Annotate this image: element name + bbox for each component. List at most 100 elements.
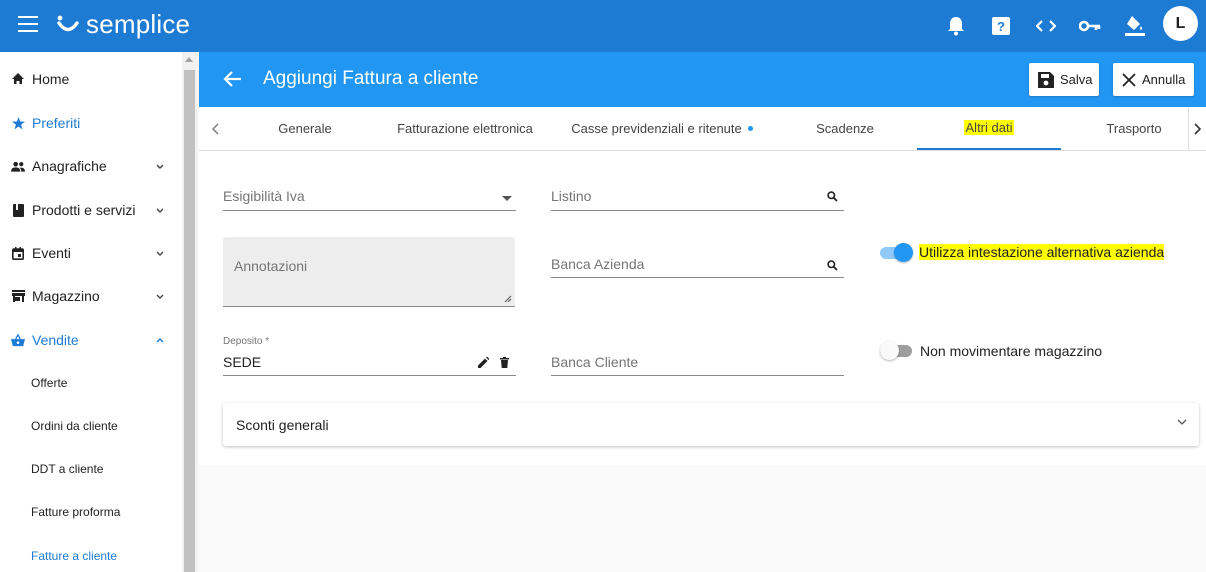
save-label: Salva — [1060, 72, 1093, 87]
non-movimentare-toggle[interactable] — [880, 341, 914, 361]
search-icon[interactable] — [827, 260, 838, 271]
cancel-button[interactable]: Annulla — [1113, 63, 1194, 96]
sidebar-item-magazzino[interactable]: Magazzino — [0, 276, 182, 316]
toggle-knob — [880, 341, 899, 360]
tab-label: Generale — [278, 121, 332, 136]
logo-text: semplice — [86, 8, 191, 39]
tab-scadenze[interactable]: Scadenze — [803, 107, 887, 150]
sidebar-item-label: Prodotti e servizi — [32, 202, 136, 218]
search-icon[interactable] — [827, 191, 838, 202]
sidebar-item-label: Magazzino — [32, 288, 100, 304]
svg-text:?: ? — [997, 19, 1005, 34]
floppy-icon — [1038, 71, 1054, 88]
logo-mark-icon — [57, 15, 79, 32]
sidebar-item-anagrafiche[interactable]: Anagrafiche — [0, 146, 182, 186]
sidebar-item-vendite[interactable]: Vendite — [0, 320, 182, 360]
sidebar-item-label: Eventi — [32, 245, 71, 261]
banca-cliente-field[interactable]: Banca Cliente — [551, 354, 844, 376]
field-label: Banca Azienda — [551, 256, 645, 272]
back-arrow-icon[interactable] — [221, 67, 245, 91]
sidebar-item-home[interactable]: Home — [0, 59, 182, 99]
help-icon[interactable]: ? — [988, 13, 1014, 39]
tab-label: Casse previdenziali e ritenute — [571, 121, 742, 136]
field-label: Listino — [551, 188, 592, 204]
banca-azienda-field[interactable]: Banca Azienda — [551, 256, 844, 278]
scrollbar-thumb[interactable] — [184, 70, 195, 572]
field-value: SEDE — [223, 354, 262, 370]
avatar[interactable]: L — [1163, 6, 1198, 41]
sidebar-item-label: Home — [32, 71, 70, 87]
app-logo[interactable]: semplice — [56, 9, 190, 39]
code-icon[interactable] — [1033, 13, 1059, 39]
resize-handle-icon[interactable] — [504, 295, 512, 303]
tab-casse-previdenziali[interactable]: Casse previdenziali e ritenute — [567, 107, 757, 150]
field-label: Banca Cliente — [551, 354, 639, 370]
tab-label: Fatturazione elettronica — [397, 121, 533, 136]
dropdown-arrow-icon — [502, 196, 512, 201]
paint-bucket-icon[interactable] — [1122, 13, 1148, 39]
tab-generale[interactable]: Generale — [257, 107, 353, 150]
sidebar-subitem-offerte[interactable]: Offerte — [31, 376, 67, 390]
intestazione-alternativa-label: Utilizza intestazione alternativa aziend… — [919, 244, 1165, 260]
sidebar-item-preferiti[interactable]: Preferiti — [0, 103, 182, 143]
sidebar-item-prodotti[interactable]: Prodotti e servizi — [0, 190, 182, 230]
top-app-bar: semplice ? L — [0, 0, 1206, 52]
sidebar-subitem-ddt[interactable]: DDT a cliente — [31, 462, 103, 476]
field-label: Esigibilità Iva — [223, 188, 305, 204]
scroll-up-icon[interactable] — [185, 57, 193, 62]
chevron-down-icon — [156, 247, 164, 259]
content-background — [199, 465, 1206, 572]
intestazione-alternativa-toggle[interactable] — [880, 243, 914, 263]
field-label: Deposito * — [223, 336, 270, 347]
save-button[interactable]: Salva — [1029, 63, 1099, 96]
tab-scroll-right-icon[interactable] — [1188, 107, 1206, 150]
bell-icon[interactable] — [943, 13, 969, 39]
tab-label: Altri dati — [963, 120, 1015, 135]
trash-icon[interactable] — [500, 357, 509, 368]
sidebar-item-label: Vendite — [32, 332, 79, 348]
tab-altri-dati[interactable]: Altri dati — [917, 107, 1061, 150]
sidebar-scrollbar[interactable] — [182, 52, 197, 572]
sidebar: Home Preferiti Anagrafiche Prodotti e se… — [0, 52, 182, 572]
listino-field[interactable]: Listino — [551, 188, 844, 211]
sidebar-item-label: Anagrafiche — [32, 158, 107, 174]
chevron-down-icon — [156, 290, 164, 302]
chevron-down-icon — [156, 204, 164, 216]
tab-trasporto[interactable]: Trasporto — [1089, 107, 1179, 150]
close-icon — [1122, 72, 1136, 87]
key-icon[interactable] — [1077, 13, 1103, 39]
tab-bar: Generale Fatturazione elettronica Casse … — [199, 107, 1206, 151]
sidebar-item-eventi[interactable]: Eventi — [0, 233, 182, 273]
basket-icon — [11, 333, 25, 347]
people-icon — [11, 159, 25, 173]
menu-icon[interactable] — [18, 16, 38, 32]
book-icon — [11, 203, 25, 217]
toggle-knob — [894, 243, 913, 262]
chevron-up-icon — [156, 334, 164, 346]
calendar-icon — [11, 246, 25, 260]
sconti-generali-panel[interactable]: Sconti generali — [223, 403, 1199, 446]
chevron-down-icon — [156, 160, 164, 172]
annotazioni-textarea[interactable]: Annotazioni — [223, 237, 515, 307]
panel-title: Sconti generali — [236, 417, 329, 433]
edit-pencil-icon[interactable] — [478, 357, 489, 368]
sidebar-subitem-proforma[interactable]: Fatture proforma — [31, 505, 120, 519]
chevron-down-icon — [1177, 419, 1187, 425]
star-icon — [11, 116, 25, 130]
deposito-field[interactable]: Deposito * SEDE — [223, 336, 516, 376]
sidebar-subitem-ordini[interactable]: Ordini da cliente — [31, 419, 118, 433]
home-icon — [11, 72, 25, 86]
tab-indicator-dot — [747, 126, 753, 131]
sidebar-subitem-fatture[interactable]: Fatture a cliente — [31, 549, 117, 563]
store-icon — [11, 289, 25, 303]
tab-label: Scadenze — [816, 121, 874, 136]
esigibilita-iva-select[interactable]: Esigibilità Iva — [223, 188, 516, 211]
page-title: Aggiungi Fattura a cliente — [263, 68, 479, 89]
sidebar-item-label: Preferiti — [32, 115, 81, 131]
tab-scroll-left-icon[interactable] — [199, 107, 231, 150]
cancel-label: Annulla — [1142, 72, 1186, 87]
page-header: Aggiungi Fattura a cliente Salva Annulla — [199, 52, 1206, 107]
tab-label: Trasporto — [1106, 121, 1162, 136]
tab-fatturazione-elettronica[interactable]: Fatturazione elettronica — [389, 107, 541, 150]
non-movimentare-label: Non movimentare magazzino — [920, 343, 1103, 359]
